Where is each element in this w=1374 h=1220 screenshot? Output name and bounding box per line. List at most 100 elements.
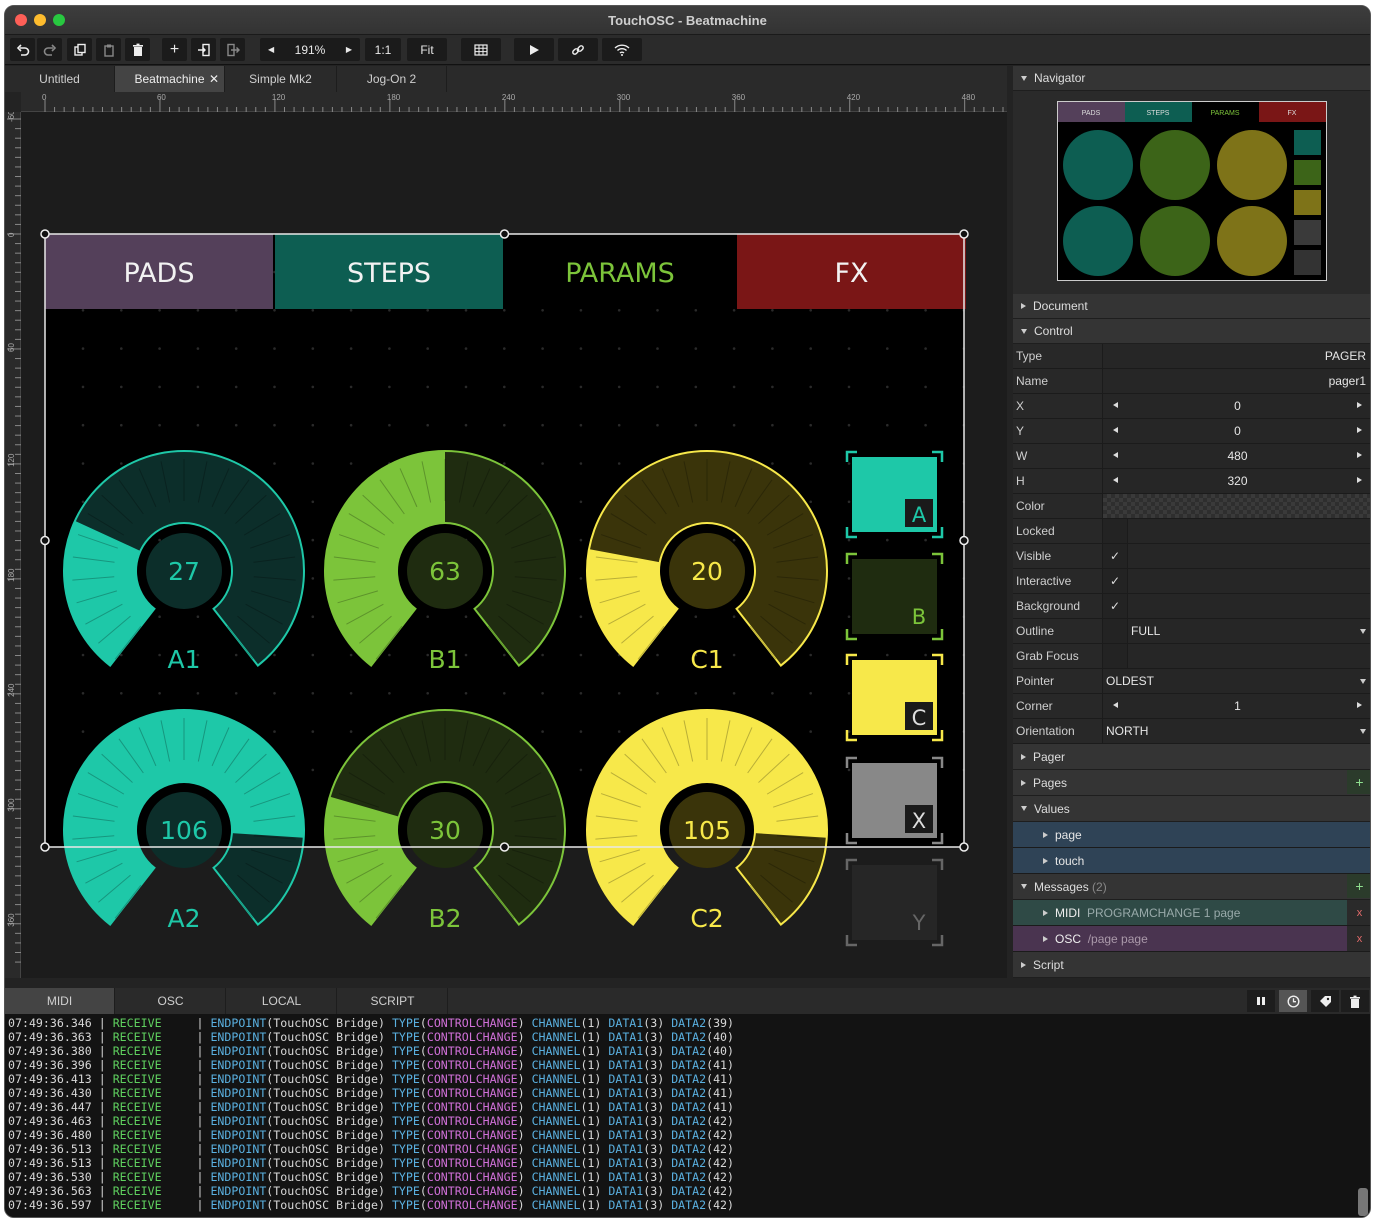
grid-dot bbox=[732, 347, 736, 350]
increment-icon[interactable] bbox=[1357, 702, 1362, 708]
tag-filter-button[interactable] bbox=[1311, 990, 1339, 1012]
outline-checkbox[interactable] bbox=[1103, 619, 1128, 643]
run-button[interactable] bbox=[514, 38, 554, 61]
console-tab-script[interactable]: SCRIPT bbox=[338, 988, 448, 1014]
grid-dot bbox=[579, 653, 583, 657]
navigator-tab-label: STEPS bbox=[1147, 110, 1170, 117]
console-tab-midi[interactable]: MIDI bbox=[5, 988, 115, 1014]
interactive-checkbox[interactable]: ✓ bbox=[1103, 569, 1128, 593]
knob-label: A1 bbox=[167, 645, 200, 674]
grab-focus-checkbox[interactable] bbox=[1103, 644, 1128, 668]
zoom-control[interactable]: ◀ 191% ▶ bbox=[260, 38, 360, 61]
add-message-button[interactable]: + bbox=[1347, 874, 1370, 898]
prop-name-field[interactable]: pager1 bbox=[1103, 369, 1370, 393]
paste-button[interactable] bbox=[96, 38, 121, 61]
grid-button[interactable] bbox=[461, 38, 501, 61]
message-osc[interactable]: OSC /page page x bbox=[1013, 926, 1370, 952]
tab-simple-mk2[interactable]: Simple Mk2 bbox=[225, 66, 337, 92]
toggle-button-y: Y bbox=[845, 858, 944, 947]
prop-x: X0 bbox=[1013, 394, 1370, 419]
navigator-knob bbox=[1063, 130, 1133, 200]
tab-untitled[interactable]: Untitled bbox=[5, 66, 115, 92]
console-tab-osc[interactable]: OSC bbox=[116, 988, 226, 1014]
zoom-one-to-one-button[interactable]: 1:1 bbox=[365, 38, 401, 61]
timestamp-toggle[interactable] bbox=[1279, 990, 1307, 1012]
visible-checkbox[interactable]: ✓ bbox=[1103, 544, 1128, 568]
prop-w-stepper[interactable]: 480 bbox=[1103, 444, 1370, 468]
message-midi[interactable]: MIDI PROGRAMCHANGE 1 page x bbox=[1013, 900, 1370, 926]
add-page-button[interactable]: + bbox=[1347, 770, 1370, 794]
section-document[interactable]: Document bbox=[1013, 294, 1370, 319]
decrement-icon[interactable] bbox=[1113, 452, 1118, 458]
color-swatch[interactable] bbox=[1103, 494, 1370, 518]
navigator-knob bbox=[1217, 130, 1287, 200]
clear-log-button[interactable] bbox=[1341, 990, 1369, 1012]
outline-select[interactable]: FULL bbox=[1128, 619, 1370, 643]
pointer-select[interactable]: OLDEST bbox=[1103, 669, 1370, 693]
grid-dot bbox=[120, 462, 123, 465]
pause-log-button[interactable] bbox=[1247, 990, 1275, 1012]
log-token: DATA1 bbox=[608, 1170, 644, 1184]
group-out-button[interactable] bbox=[220, 38, 245, 61]
section-script[interactable]: Script bbox=[1013, 952, 1370, 978]
console-tab-local[interactable]: LOCAL bbox=[227, 988, 337, 1014]
navigator-header[interactable]: Navigator bbox=[1013, 66, 1370, 91]
prop-h-stepper[interactable]: 320 bbox=[1103, 469, 1370, 493]
copy-button[interactable] bbox=[67, 38, 92, 61]
increment-icon[interactable] bbox=[1357, 477, 1362, 483]
grid-dot bbox=[771, 309, 774, 312]
increment-icon[interactable] bbox=[1357, 427, 1362, 433]
value-page[interactable]: page bbox=[1013, 822, 1370, 848]
grid-dot bbox=[81, 347, 85, 350]
delete-button[interactable] bbox=[125, 38, 150, 61]
log-token: | bbox=[161, 1100, 211, 1114]
grid-dot bbox=[426, 309, 430, 312]
close-tab-icon[interactable]: ✕ bbox=[209, 72, 219, 86]
value-touch[interactable]: touch bbox=[1013, 848, 1370, 874]
decrement-icon[interactable] bbox=[1113, 402, 1118, 408]
decrement-icon[interactable] bbox=[1113, 702, 1118, 708]
grid-dot bbox=[349, 462, 353, 465]
section-label: Document bbox=[1033, 299, 1088, 313]
ruler-label: 60 bbox=[157, 93, 166, 102]
connections-button[interactable] bbox=[558, 38, 598, 61]
log-token: DATA2 bbox=[671, 1016, 707, 1030]
undo-button[interactable] bbox=[10, 38, 35, 61]
decrement-icon[interactable] bbox=[1113, 477, 1118, 483]
add-control-button[interactable]: + bbox=[162, 38, 187, 61]
section-control[interactable]: Control bbox=[1013, 319, 1370, 344]
tab-beatmachine[interactable]: Beatmachine ✕ bbox=[115, 66, 225, 92]
editor-canvas[interactable]: PADS STEPS PARAMS FX 27 A1 63 B1 20 C1 106 A2 30 B2 10… bbox=[21, 112, 1007, 978]
section-messages[interactable]: Messages (2) + bbox=[1013, 874, 1370, 900]
remove-message-button[interactable]: x bbox=[1347, 926, 1370, 951]
orientation-select[interactable]: NORTH bbox=[1103, 719, 1370, 743]
section-pager[interactable]: Pager bbox=[1013, 744, 1370, 770]
grid-dot bbox=[273, 347, 276, 350]
remove-message-button[interactable]: x bbox=[1347, 900, 1370, 925]
expand-icon bbox=[1021, 779, 1026, 786]
locked-checkbox[interactable] bbox=[1103, 519, 1128, 543]
prop-x-stepper[interactable]: 0 bbox=[1103, 394, 1370, 418]
section-values[interactable]: Values bbox=[1013, 796, 1370, 822]
decrement-icon[interactable] bbox=[1113, 427, 1118, 433]
log-token: CHANNEL bbox=[531, 1128, 581, 1142]
navigator-preview[interactable]: PADS STEPS PARAMS FX bbox=[1057, 101, 1327, 281]
prop-corner-stepper[interactable]: 1 bbox=[1103, 694, 1370, 718]
grid-dot bbox=[426, 423, 430, 427]
tab-jog-on-2[interactable]: Jog-On 2 bbox=[337, 66, 447, 92]
zoom-out-icon[interactable]: ◀ bbox=[268, 45, 274, 54]
prop-y-stepper[interactable]: 0 bbox=[1103, 419, 1370, 443]
zoom-in-icon[interactable]: ▶ bbox=[346, 45, 352, 54]
increment-icon[interactable] bbox=[1357, 402, 1362, 408]
zoom-fit-button[interactable]: Fit bbox=[407, 38, 447, 61]
section-pages[interactable]: Pages + bbox=[1013, 770, 1370, 796]
wifi-button[interactable] bbox=[602, 38, 642, 61]
ruler-label: 480 bbox=[962, 93, 976, 102]
increment-icon[interactable] bbox=[1357, 452, 1362, 458]
group-in-button[interactable] bbox=[191, 38, 216, 61]
log-token: (TouchOSC Bridge) bbox=[266, 1016, 392, 1030]
redo-button[interactable] bbox=[37, 38, 62, 61]
background-checkbox[interactable]: ✓ bbox=[1103, 594, 1128, 618]
log-row: 07:49:36.396 | RECEIVE | ENDPOINT(TouchO… bbox=[8, 1058, 1354, 1072]
log-scrollbar[interactable] bbox=[1358, 1188, 1368, 1216]
